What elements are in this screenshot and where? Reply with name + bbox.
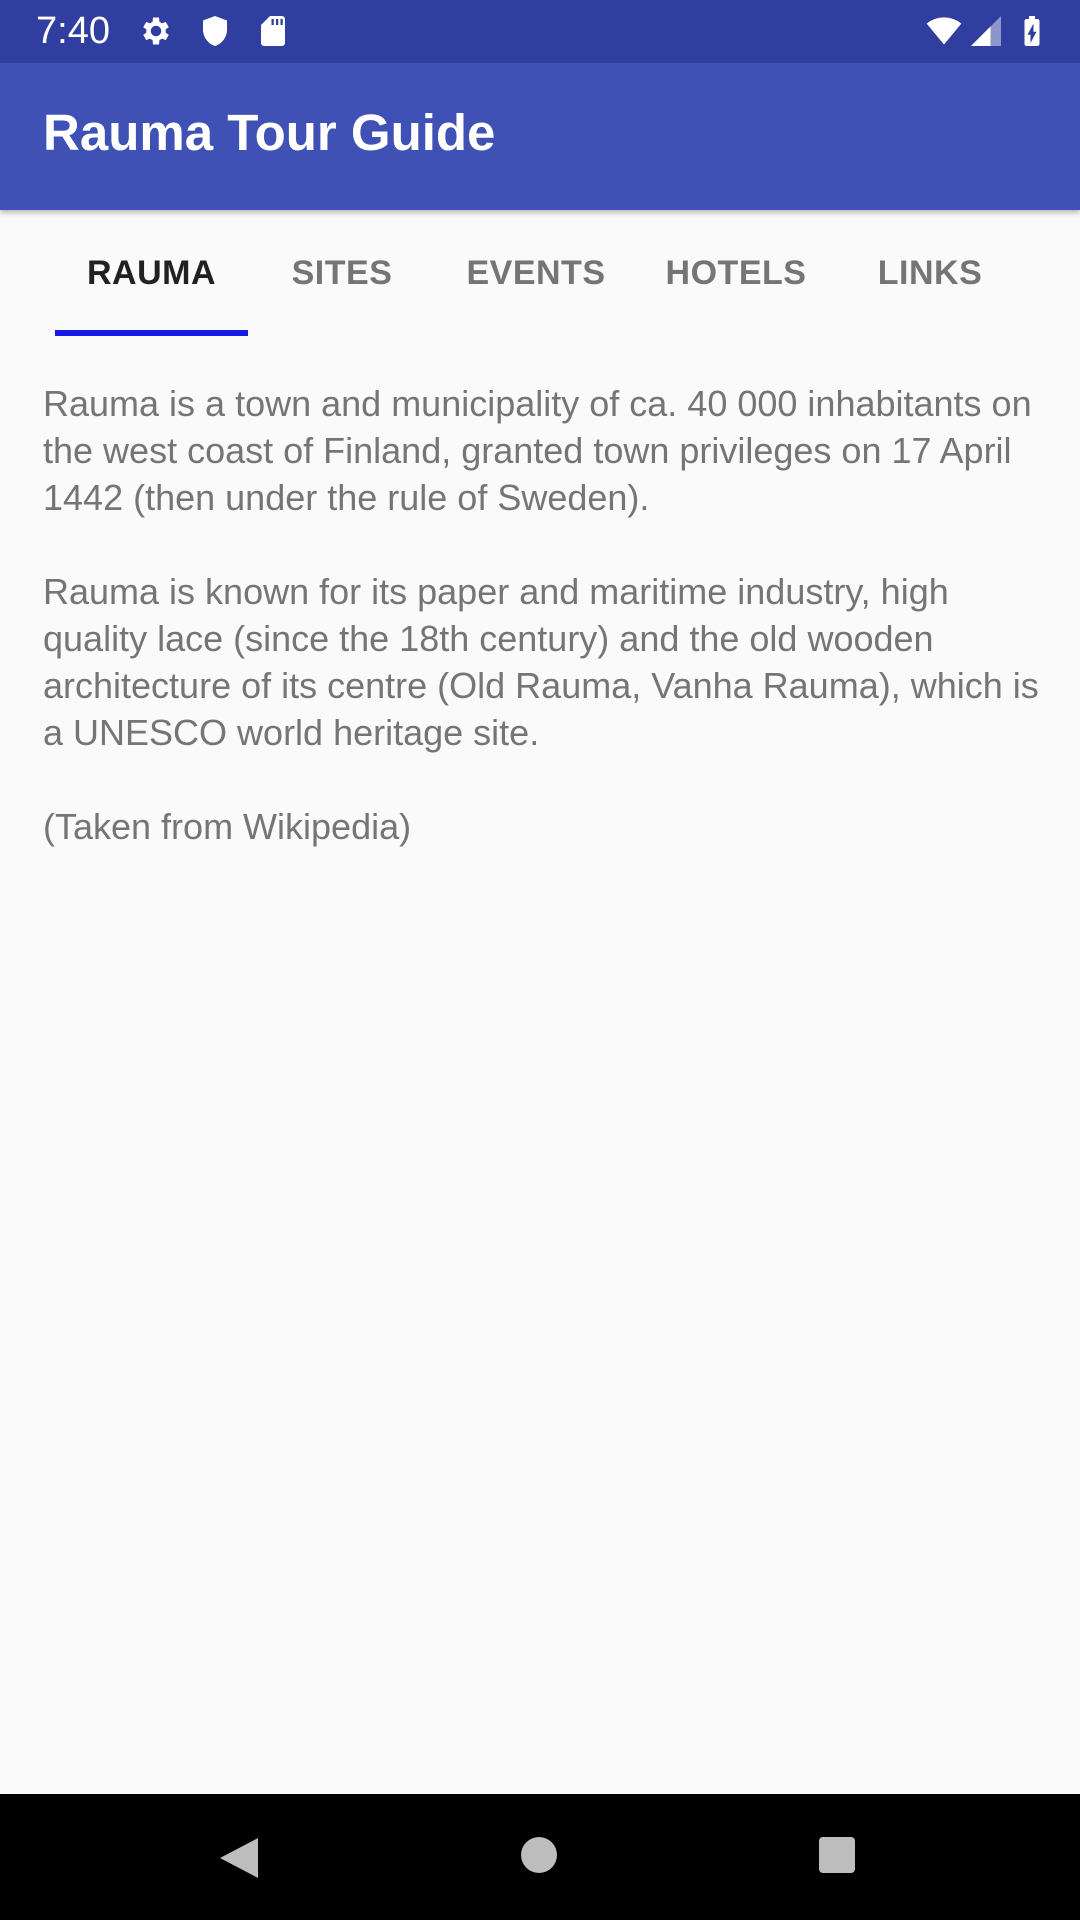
tab-bar: RAUMA SITES EVENTS HOTELS LINKS — [0, 210, 1080, 336]
back-icon[interactable] — [216, 1834, 260, 1882]
tab-rauma[interactable]: RAUMA — [55, 210, 248, 336]
source-note: (Taken from Wikipedia) — [43, 806, 412, 847]
home-icon[interactable] — [519, 1835, 559, 1875]
status-bar: 7:40 — [0, 0, 1080, 63]
tab-links[interactable]: LINKS — [836, 210, 1024, 336]
tab-events[interactable]: EVENTS — [436, 210, 636, 336]
content-paragraph: Rauma is known for its paper and maritim… — [43, 571, 1039, 753]
content-paragraph: Rauma is a town and municipality of ca. … — [43, 383, 1032, 518]
cell-signal-icon — [971, 16, 1001, 46]
app-bar: Rauma Tour Guide — [0, 63, 1080, 210]
shield-icon — [203, 16, 227, 46]
tab-hotels[interactable]: HOTELS — [636, 210, 836, 336]
tab-sites[interactable]: SITES — [248, 210, 436, 336]
tab-indicator — [55, 330, 248, 336]
content-text: Rauma is a town and municipality of ca. … — [43, 380, 1043, 897]
wifi-icon — [926, 17, 962, 45]
app-title: Rauma Tour Guide — [43, 104, 496, 161]
gear-icon — [143, 17, 169, 45]
sd-card-icon — [261, 16, 285, 46]
battery-charging-icon — [1024, 16, 1040, 46]
status-time: 7:40 — [36, 10, 110, 52]
recents-icon[interactable] — [817, 1835, 857, 1875]
navigation-bar — [0, 1794, 1080, 1920]
